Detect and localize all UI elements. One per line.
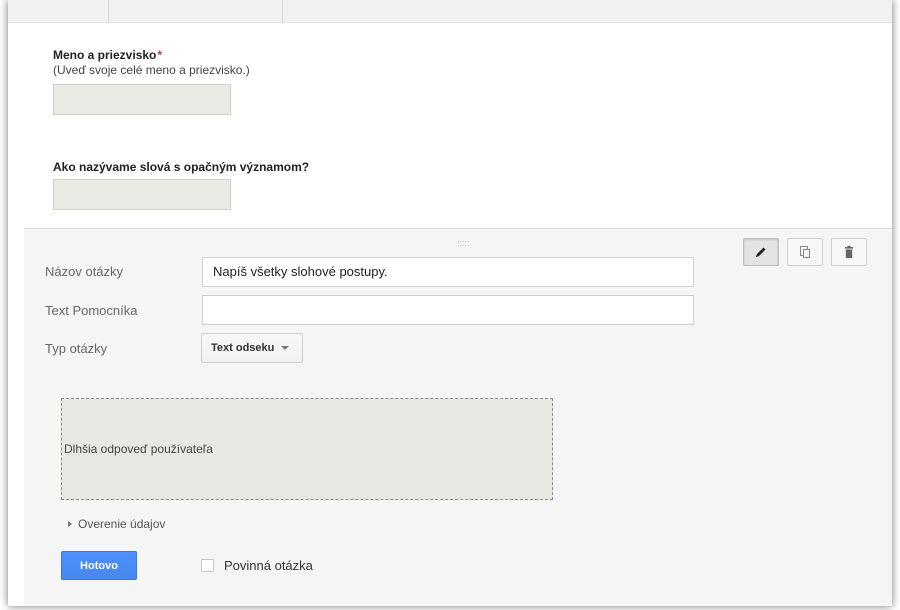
question-type-select[interactable]: Text odseku bbox=[201, 333, 303, 363]
form-editor-window: Meno a priezvisko* (Uveď svoje celé meno… bbox=[8, 0, 892, 606]
question-2-preview[interactable]: Ako nazývame slová s opačným významom? bbox=[53, 160, 309, 174]
required-question-row[interactable]: Povinná otázka bbox=[201, 558, 313, 573]
question-1-help-text: (Uveď svoje celé meno a priezvisko.) bbox=[53, 63, 250, 77]
edit-button[interactable] bbox=[743, 238, 779, 266]
answer-preview-area: Dlhšia odpoveď používateľa bbox=[61, 398, 553, 500]
question-edit-panel: ::::: Názov otázky Napíš všetky slohové … bbox=[24, 228, 892, 606]
drag-handle[interactable]: ::::: bbox=[457, 239, 470, 248]
question-1-title: Meno a priezvisko* bbox=[53, 48, 250, 62]
duplicate-button[interactable] bbox=[787, 238, 823, 266]
data-validation-toggle[interactable]: Overenie údajov bbox=[68, 517, 165, 531]
required-checkbox[interactable] bbox=[201, 559, 214, 572]
question-1-preview[interactable]: Meno a priezvisko* (Uveď svoje celé meno… bbox=[53, 48, 250, 77]
tab-separator bbox=[282, 0, 283, 22]
trash-icon bbox=[842, 245, 856, 259]
data-validation-label: Overenie údajov bbox=[78, 517, 166, 531]
help-text-input[interactable] bbox=[202, 295, 694, 325]
expand-triangle-icon bbox=[68, 521, 72, 527]
required-asterisk: * bbox=[157, 48, 163, 62]
question-2-title: Ako nazývame slová s opačným významom? bbox=[53, 160, 310, 174]
done-button[interactable]: Hotovo bbox=[61, 551, 137, 580]
question-title-label: Názov otázky bbox=[45, 264, 124, 279]
delete-button[interactable] bbox=[831, 238, 867, 266]
question-type-value: Text odseku bbox=[211, 342, 275, 354]
question-type-label: Typ otázky bbox=[45, 341, 108, 356]
question-2-answer-box bbox=[53, 179, 231, 210]
duplicate-icon bbox=[798, 245, 812, 259]
question-1-answer-box bbox=[53, 84, 231, 115]
question-title-input[interactable]: Napíš všetky slohové postupy. bbox=[202, 257, 694, 287]
required-question-label: Povinná otázka bbox=[224, 558, 313, 573]
chevron-down-icon bbox=[281, 346, 290, 350]
pencil-icon bbox=[754, 245, 768, 259]
tab-strip bbox=[8, 0, 892, 23]
help-text-label: Text Pomocníka bbox=[45, 303, 138, 318]
answer-preview-text: Dlhšia odpoveď používateľa bbox=[64, 442, 213, 456]
question-1-title-text: Meno a priezvisko bbox=[53, 48, 157, 62]
tab-separator bbox=[108, 0, 109, 22]
